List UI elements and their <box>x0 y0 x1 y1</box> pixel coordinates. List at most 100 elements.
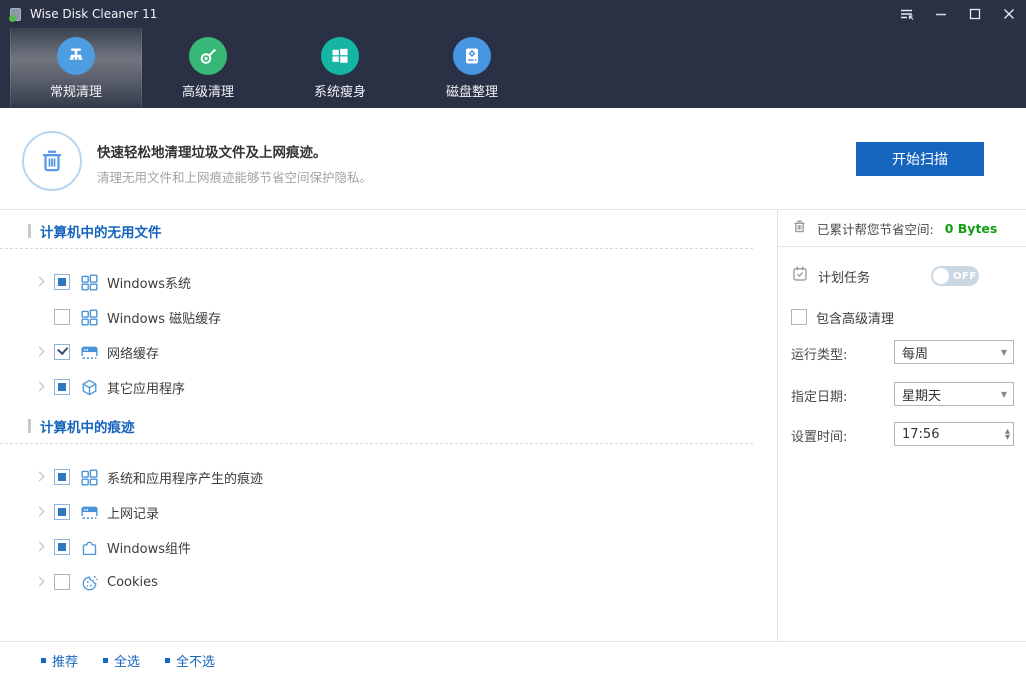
close-button[interactable] <box>992 0 1026 28</box>
tree-item-label: Cookies <box>107 574 158 590</box>
trash-circle-icon <box>22 131 82 191</box>
puzzle-icon <box>79 537 99 557</box>
cube-icon <box>79 377 99 397</box>
page-header: 快速轻松地清理垃圾文件及上网痕迹。 清理无用文件和上网痕迹能够节省空间保护隐私。… <box>0 108 1026 210</box>
include-advanced-row: 包含高级清理 <box>778 306 1026 328</box>
header-title: 快速轻松地清理垃圾文件及上网痕迹。 <box>97 145 327 161</box>
schedule-toggle[interactable]: OFF <box>931 266 979 286</box>
windows-tiles-icon <box>79 467 99 487</box>
tab-label: 常规清理 <box>49 84 102 100</box>
checkbox[interactable] <box>54 504 70 520</box>
checkbox[interactable] <box>54 379 70 395</box>
checkbox[interactable] <box>54 344 70 360</box>
tab-advanced-clean[interactable]: 高级清理 <box>142 28 274 108</box>
run-type-row: 运行类型: 每周 ▼ <box>778 340 1026 366</box>
windows-tiles-icon <box>79 272 99 292</box>
chevron-down-icon: ▼ <box>1000 389 1007 399</box>
trash-icon <box>791 218 808 239</box>
toggle-knob <box>933 268 949 284</box>
bullet-icon <box>165 658 171 663</box>
maximize-button[interactable] <box>958 0 992 28</box>
app-icon <box>8 7 23 22</box>
scheduled-task-label: 计划任务 <box>818 270 871 286</box>
tree-item-system-app-traces[interactable]: 系统和应用程序产生的痕迹 <box>0 466 263 488</box>
date-select[interactable]: 星期天 ▼ <box>894 382 1014 406</box>
tree-item-label: Windows组件 <box>107 541 192 557</box>
tab-label: 系统瘦身 <box>313 84 366 100</box>
tree-item-label: Windows系统 <box>107 276 192 292</box>
tree-item-cookies[interactable]: Cookies <box>0 571 158 593</box>
select-none-link[interactable]: 全不选 <box>165 651 215 670</box>
cookie-icon <box>79 572 99 592</box>
tree-item-browsing-history[interactable]: 上网记录 <box>0 501 159 523</box>
section-header-junk-files: 计算机中的无用文件 <box>28 222 162 241</box>
chevron-right-icon[interactable] <box>36 472 46 482</box>
tab-label: 磁盘整理 <box>445 84 498 100</box>
tree-item-other-apps[interactable]: 其它应用程序 <box>0 376 185 398</box>
tab-disk-defrag[interactable]: 磁盘整理 <box>406 28 538 108</box>
tab-system-slim[interactable]: 系统瘦身 <box>274 28 406 108</box>
checkbox[interactable] <box>54 574 70 590</box>
calendar-check-icon <box>791 265 809 287</box>
run-type-value: 每周 <box>902 346 929 362</box>
schedule-panel: 已累计帮您节省空间: 0 Bytes 计划任务 OFF 包含高级清理 运行类型:… <box>777 210 1026 641</box>
include-advanced-label: 包含高级清理 <box>816 311 895 327</box>
run-type-label: 运行类型: <box>791 347 848 363</box>
minimize-button[interactable] <box>924 0 958 28</box>
windows-tiles-icon <box>79 307 99 327</box>
saved-space-label: 已累计帮您节省空间: <box>817 221 934 237</box>
date-value: 星期天 <box>902 388 942 404</box>
tree-item-windows-tile-cache[interactable]: Windows 磁贴缓存 <box>0 306 221 328</box>
chevron-right-icon[interactable] <box>36 347 46 357</box>
start-scan-button[interactable]: 开始扫描 <box>856 142 984 176</box>
main-menu-button[interactable] <box>890 0 924 28</box>
checkbox[interactable] <box>54 539 70 555</box>
browser-cache-icon <box>79 342 99 362</box>
link-label: 全选 <box>114 655 141 670</box>
section-bar <box>28 224 31 238</box>
broom-icon <box>57 36 95 75</box>
recommend-link[interactable]: 推荐 <box>41 651 78 670</box>
link-label: 推荐 <box>52 655 79 670</box>
time-spinner[interactable]: 17:56 ▲ ▼ <box>894 422 1014 446</box>
checkbox[interactable] <box>54 274 70 290</box>
tree-item-windows-system[interactable]: Windows系统 <box>0 271 191 293</box>
tree-item-windows-components[interactable]: Windows组件 <box>0 536 191 558</box>
content-area: 计算机中的无用文件 Windows系统 Windows 磁贴缓存 网络缓存 其它… <box>0 210 1026 641</box>
toggle-state-label: OFF <box>953 270 977 282</box>
wise-disk-cleaner-window: Wise Disk Cleaner 11 常规清理 高级清理 系统瘦身 磁盘整理… <box>0 0 1026 679</box>
cleanup-tree: 计算机中的无用文件 Windows系统 Windows 磁贴缓存 网络缓存 其它… <box>0 210 777 641</box>
section-title: 计算机中的无用文件 <box>40 225 162 241</box>
tree-item-label: 网络缓存 <box>107 346 160 362</box>
tree-item-label: Windows 磁贴缓存 <box>107 311 222 327</box>
chevron-right-icon[interactable] <box>36 507 46 517</box>
tab-label: 高级清理 <box>181 84 234 100</box>
spinner-arrows-icon[interactable]: ▲ ▼ <box>1005 428 1010 441</box>
time-row: 设置时间: 17:56 ▲ ▼ <box>778 422 1026 448</box>
header-subtitle: 清理无用文件和上网痕迹能够节省空间保护隐私。 <box>97 170 373 185</box>
window-title: Wise Disk Cleaner 11 <box>30 7 158 21</box>
run-type-select[interactable]: 每周 ▼ <box>894 340 1014 364</box>
select-all-link[interactable]: 全选 <box>103 651 140 670</box>
dashed-divider <box>0 443 753 444</box>
bullet-icon <box>103 658 109 663</box>
chevron-right-icon[interactable] <box>36 382 46 392</box>
tab-common-clean[interactable]: 常规清理 <box>10 28 142 108</box>
date-label: 指定日期: <box>791 389 848 405</box>
chevron-right-icon[interactable] <box>36 277 46 287</box>
browser-cache-icon <box>79 502 99 522</box>
snail-cleaner-icon <box>189 36 227 75</box>
tree-item-network-cache[interactable]: 网络缓存 <box>0 341 159 363</box>
checkbox[interactable] <box>791 309 807 325</box>
checkbox[interactable] <box>54 469 70 485</box>
date-row: 指定日期: 星期天 ▼ <box>778 382 1026 408</box>
chevron-right-icon[interactable] <box>36 312 46 322</box>
chevron-right-icon[interactable] <box>36 577 46 587</box>
section-bar <box>28 419 31 433</box>
tree-item-label: 系统和应用程序产生的痕迹 <box>107 471 264 487</box>
link-label: 全不选 <box>176 655 216 670</box>
checkbox[interactable] <box>54 309 70 325</box>
chevron-right-icon[interactable] <box>36 542 46 552</box>
dashed-divider <box>0 248 753 249</box>
main-nav: 常规清理 高级清理 系统瘦身 磁盘整理 <box>0 28 1026 108</box>
